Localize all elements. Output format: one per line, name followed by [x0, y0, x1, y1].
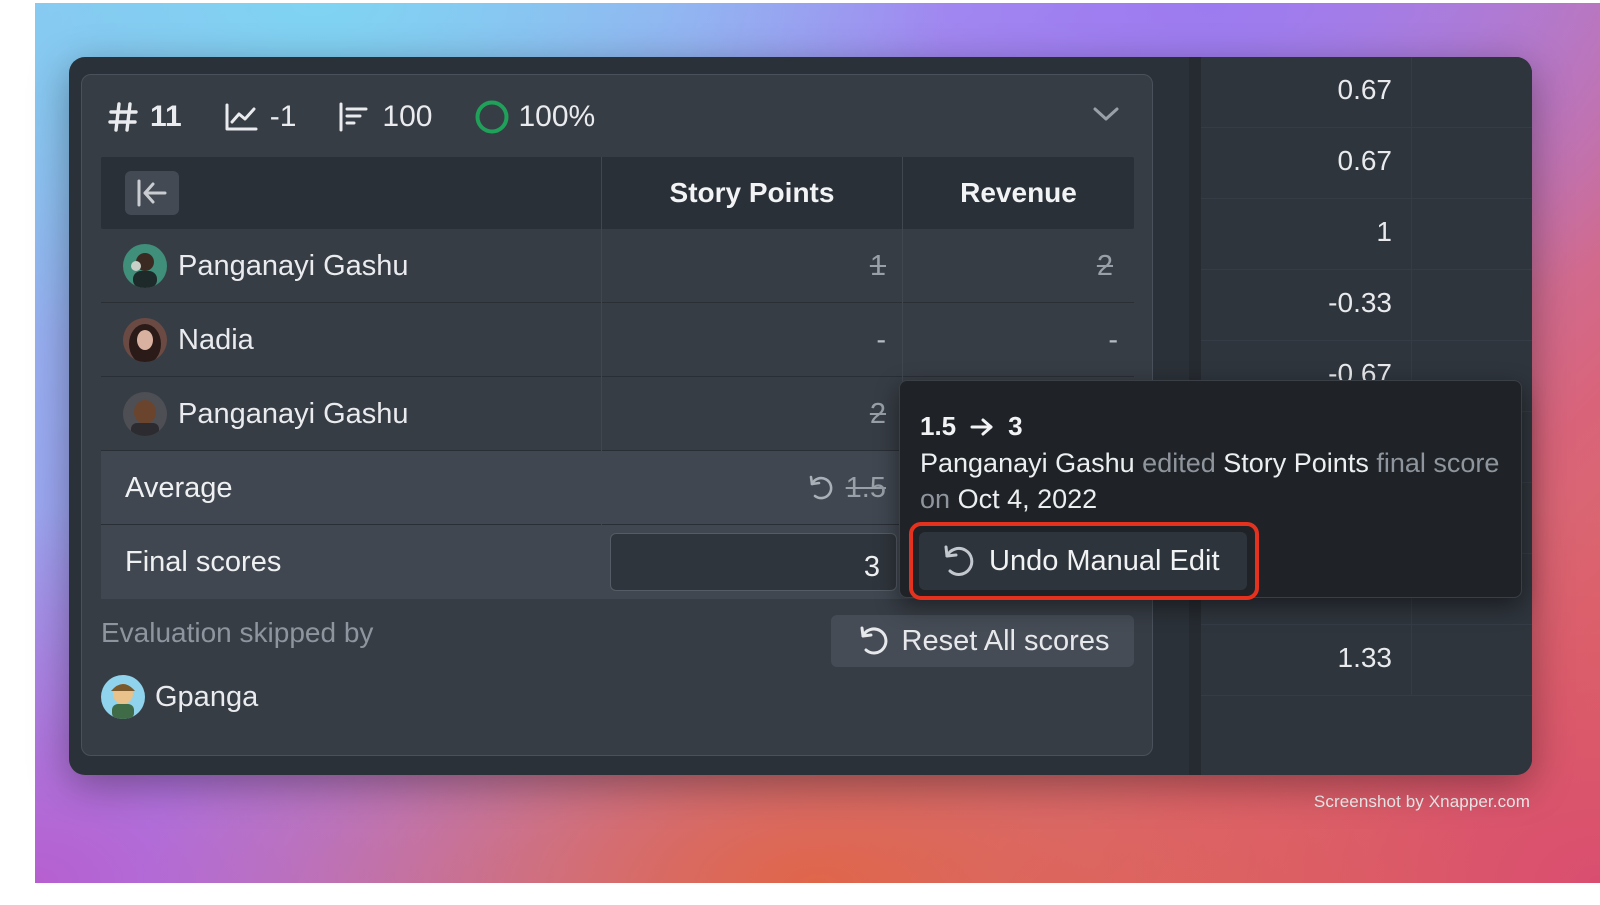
new-score: 3	[1008, 411, 1023, 441]
old-score: 1.5	[920, 411, 957, 441]
edit-date: Oct 4, 2022	[957, 484, 1098, 514]
story-points-cell: -	[602, 303, 886, 377]
average-value: 1.5	[845, 471, 886, 504]
reset-all-scores-button[interactable]: Reset All scores	[831, 615, 1134, 667]
revenue-cell: 2	[903, 229, 1113, 303]
score-value: 1.33	[1337, 642, 1393, 673]
final-score-value: 3	[863, 551, 880, 583]
story-points-cell: 2	[602, 377, 886, 451]
reset-icon	[856, 624, 890, 658]
skipped-user-name: Gpanga	[155, 680, 259, 713]
average-label: Average	[125, 471, 233, 504]
score-value: 0.67	[1337, 145, 1393, 176]
avatar	[123, 318, 167, 362]
avatar	[123, 244, 167, 288]
column-header-revenue: Revenue	[960, 177, 1077, 208]
collapse-left-icon	[137, 179, 167, 207]
score-row: 1	[1201, 199, 1532, 270]
score-row: -0.33	[1201, 270, 1532, 341]
trend-value: -1	[269, 100, 297, 133]
score-change: 1.5 3	[920, 411, 1023, 442]
edit-description: Panganayi Gashu edited Story Points fina…	[920, 445, 1500, 517]
story-points-cell: 1	[602, 229, 886, 303]
line-chart-icon	[224, 102, 258, 132]
arrow-right-icon	[970, 417, 994, 437]
edited-field: Story Points	[1223, 448, 1369, 478]
hash-icon	[108, 101, 138, 133]
progress-ring-icon	[474, 99, 510, 135]
chevron-down-icon[interactable]	[1092, 105, 1120, 128]
priority-bars-icon	[338, 102, 370, 132]
editor-name: Panganayi Gashu	[920, 448, 1135, 478]
story-points-value: -	[876, 323, 886, 356]
collapse-button[interactable]	[125, 171, 179, 215]
undo-button-label: Undo Manual Edit	[989, 544, 1220, 577]
watermark: Screenshot by Xnapper.com	[1313, 792, 1530, 811]
table-header: Story Points Revenue	[101, 157, 1134, 229]
score-value: -0.33	[1328, 287, 1392, 318]
progress-value: 100%	[518, 100, 596, 133]
trend-stat: -1	[224, 100, 297, 134]
reset-button-label: Reset All scores	[901, 624, 1110, 657]
score-row: 0.67	[1201, 128, 1532, 199]
revenue-value: -	[1108, 323, 1118, 356]
revenue-value: 2	[1096, 249, 1113, 282]
revenue-cell: -	[903, 303, 1118, 377]
average-cell: 1.5	[602, 451, 886, 525]
edited-text: edited	[1142, 448, 1216, 478]
issue-number-stat: 11	[108, 100, 182, 134]
skipped-by-label: Evaluation skipped by	[101, 617, 374, 648]
avatar	[101, 675, 145, 719]
skipped-user: Gpanga	[101, 675, 258, 719]
undo-icon[interactable]	[806, 473, 836, 503]
story-points-value: 2	[869, 397, 886, 430]
undo-icon	[939, 543, 975, 579]
participant-name: Panganayi Gashu	[178, 397, 409, 430]
score-value: 1	[1376, 216, 1392, 247]
story-points-value: 1	[869, 249, 886, 282]
table-row: Panganayi Gashu 1 2	[101, 229, 1134, 303]
edit-history-tooltip: 1.5 3 Panganayi Gashu edited Story Point…	[899, 380, 1522, 600]
score-row: 1.33	[1201, 625, 1532, 696]
issue-number: 11	[150, 100, 182, 133]
final-scores-label: Final scores	[125, 545, 282, 578]
priority-stat: 100	[338, 100, 432, 134]
column-header-story-points: Story Points	[669, 177, 835, 208]
priority-value: 100	[382, 100, 433, 133]
table-row: Nadia - -	[101, 303, 1134, 377]
final-score-input[interactable]: 3	[610, 533, 897, 591]
progress-stat: 100%	[474, 99, 595, 135]
score-value: 0.67	[1337, 74, 1393, 105]
score-row: 0.67	[1201, 57, 1532, 128]
undo-manual-edit-button[interactable]: Undo Manual Edit	[919, 532, 1247, 590]
issue-stats-bar: 11 -1 100 100%	[108, 97, 637, 137]
avatar	[123, 392, 167, 436]
participant-name: Nadia	[178, 323, 254, 356]
participant-name: Panganayi Gashu	[178, 249, 409, 282]
